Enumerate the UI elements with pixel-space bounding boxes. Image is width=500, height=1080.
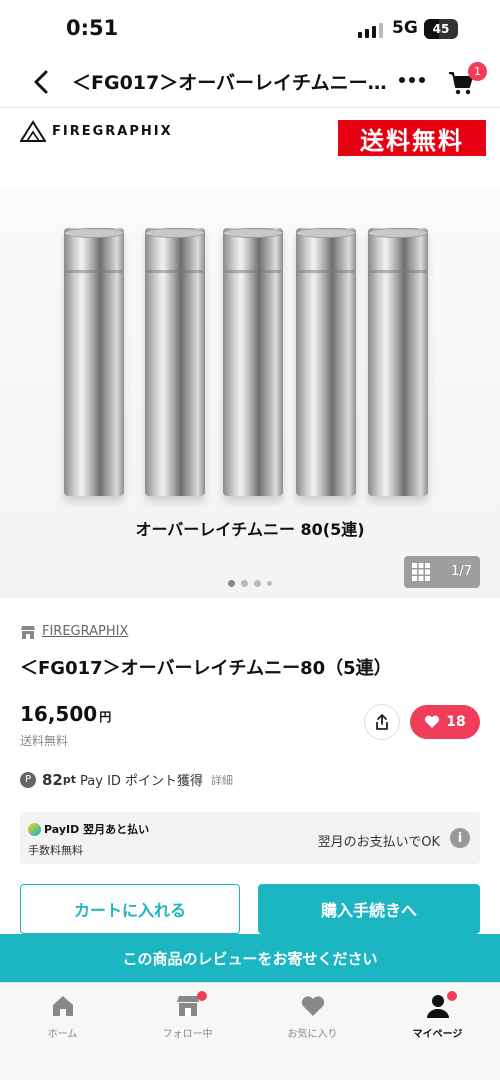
heart-icon xyxy=(301,996,324,1016)
tab-label: フォロー中 xyxy=(162,1029,213,1040)
heart-icon xyxy=(425,715,440,728)
nav-bar: ＜FG017＞オーバーレイチムニー… 1 xyxy=(0,56,500,108)
share-button[interactable] xyxy=(364,704,400,740)
add-to-cart-button[interactable]: カートに入れる xyxy=(20,884,240,934)
tab-bar: ホーム フォロー中 お気に入り マイページ xyxy=(0,982,500,1080)
tab-label: ホーム xyxy=(47,1029,78,1040)
cart-badge: 1 xyxy=(468,62,487,81)
carousel-dot[interactable] xyxy=(254,580,261,587)
tab-label: お気に入り xyxy=(287,1029,338,1040)
points-amount: 82 xyxy=(42,770,63,789)
brand-logo: FIREGRAPHIX xyxy=(20,118,173,144)
home-icon xyxy=(52,996,73,1016)
payid-box[interactable]: PayID 翌月あと払い 手数料無料 翌月のお支払いでOK i xyxy=(20,812,480,864)
carousel-dot[interactable] xyxy=(241,580,248,587)
free-shipping-banner: 送料無料 xyxy=(338,120,486,156)
chimney-pipe xyxy=(368,228,428,496)
info-icon[interactable]: i xyxy=(450,828,470,848)
store-icon xyxy=(21,625,35,639)
price: 16,500 円 xyxy=(20,702,111,726)
payid-logo: PayID 翌月あと払い xyxy=(28,821,149,837)
payid-fee: 手数料無料 xyxy=(28,844,83,857)
shop-link[interactable]: FIREGRAPHIX xyxy=(20,624,128,639)
grid-icon xyxy=(412,563,430,581)
product-title: ＜FG017＞オーバーレイチムニー80（5連） xyxy=(20,658,392,679)
chimney-pipe xyxy=(64,228,124,496)
carousel-dot[interactable] xyxy=(228,580,235,587)
carousel-dot[interactable] xyxy=(267,581,272,586)
image-counter: 1/7 xyxy=(451,564,472,579)
points-label: Pay ID ポイント獲得 xyxy=(80,774,204,789)
network-label: 5G xyxy=(392,18,418,38)
brand-logo-text: FIREGRAPHIX xyxy=(52,123,173,139)
carousel-dots xyxy=(0,580,500,587)
review-banner[interactable]: この商品のレビューをお寄せください xyxy=(0,934,500,982)
points-icon: P xyxy=(20,771,36,788)
tab-favorites[interactable]: お気に入り xyxy=(250,993,375,1040)
shop-name[interactable]: FIREGRAPHIX xyxy=(42,624,128,639)
tab-mypage[interactable]: マイページ xyxy=(375,991,500,1040)
photo-caption: オーバーレイチムニー 80(5連) xyxy=(135,520,365,539)
payid-logo-text: PayID 翌月あと払い xyxy=(44,823,150,836)
price-unit: 円 xyxy=(99,710,112,724)
brand-mountain-icon xyxy=(20,120,46,142)
points-detail-link[interactable]: 詳細 xyxy=(211,772,233,788)
battery-level: 45 xyxy=(432,22,450,36)
notification-dot xyxy=(196,991,207,1001)
payid-icon xyxy=(28,822,41,836)
status-bar: 0:51 5G 45 xyxy=(0,0,500,56)
like-count: 18 xyxy=(446,714,466,730)
shipping-note: 送料無料 xyxy=(20,734,69,748)
points-row: P 82 pt Pay ID ポイント獲得 詳細 xyxy=(20,770,233,789)
product-image-carousel[interactable]: FIREGRAPHIX 送料無料 オーバーレイチムニー 80(5連) 1/7 xyxy=(0,108,500,608)
chimney-pipe xyxy=(223,228,283,496)
notification-dot xyxy=(446,991,457,1001)
chimney-pipe xyxy=(296,228,356,496)
signal-icon xyxy=(358,22,384,38)
payid-ok-text: 翌月のお支払いでOK xyxy=(317,835,440,850)
more-icon[interactable] xyxy=(398,70,426,90)
share-icon xyxy=(376,714,388,730)
tab-following[interactable]: フォロー中 xyxy=(125,991,250,1040)
points-unit: pt xyxy=(62,773,77,786)
checkout-button[interactable]: 購入手続きへ xyxy=(258,884,480,934)
like-button[interactable]: 18 xyxy=(410,705,480,739)
battery-icon: 45 xyxy=(424,19,458,39)
status-time: 0:51 xyxy=(66,16,119,40)
tab-label: マイページ xyxy=(412,1029,463,1040)
chimney-pipe xyxy=(145,228,205,496)
price-value: 16,500 xyxy=(20,702,98,726)
tab-home[interactable]: ホーム xyxy=(0,993,125,1040)
back-icon[interactable] xyxy=(28,68,56,96)
nav-title: ＜FG017＞オーバーレイチムニー… xyxy=(72,72,387,94)
